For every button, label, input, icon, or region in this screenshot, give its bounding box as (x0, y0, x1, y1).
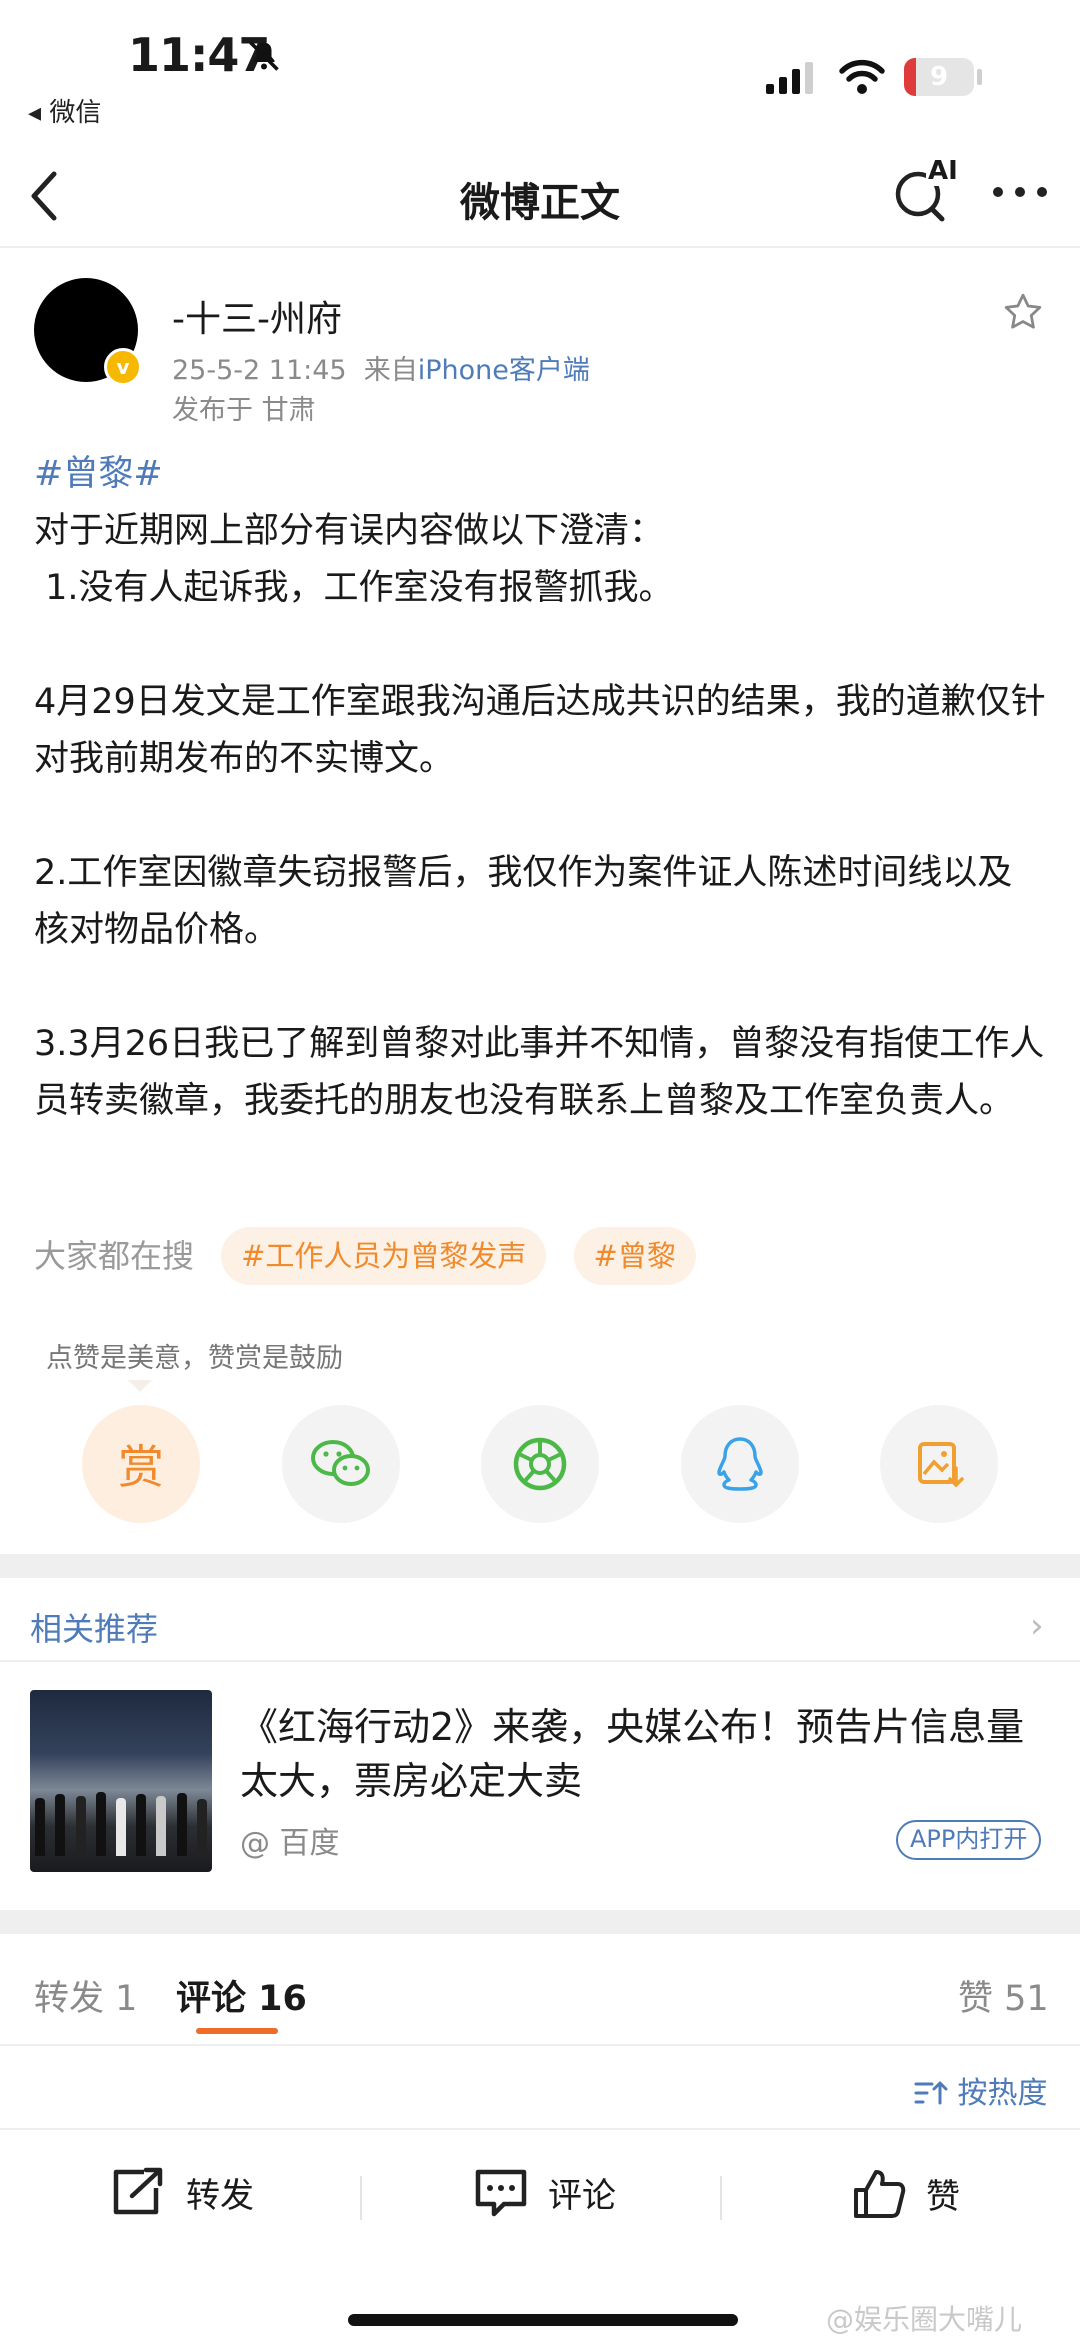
mute-bell-icon (249, 41, 279, 71)
ai-search-icon[interactable]: AI (890, 156, 960, 224)
trending-chip[interactable]: #工作人员为曾黎发声 (221, 1227, 547, 1285)
wifi-icon (839, 59, 885, 94)
watermark: @娱乐圈大嘴儿 (826, 2303, 1023, 2336)
verified-badge-icon: v (104, 348, 142, 386)
post-content: #曾黎# 对于近期网上部分有误内容做以下澄清： 1.没有人起诉我，工作室没有报警… (34, 446, 1046, 1130)
paragraph: 4月29日发文是工作室跟我沟通后达成共识的结果，我的道歉仅针对我前期发布的不实博… (34, 682, 1046, 779)
trending-label: 大家都在搜 (34, 1237, 195, 1275)
trending-chip[interactable]: #曾黎 (573, 1227, 696, 1285)
separator (360, 2176, 362, 2220)
more-icon[interactable] (990, 184, 1050, 200)
back-to-wechat[interactable]: ◂ 微信 (28, 92, 101, 129)
related-source: @ 百度 (240, 1826, 340, 1861)
related-headline[interactable]: 《红海行动2》来袭，央媒公布！预告片信息量太大，票房必定大卖 (240, 1700, 1040, 1808)
post-source-link[interactable]: iPhone客户端 (418, 355, 590, 386)
tab-likes[interactable]: 赞 51 (958, 1970, 1049, 2021)
thumbs-up-icon (854, 2170, 906, 2218)
divider (0, 1660, 1080, 1662)
hashtag-link[interactable]: #曾黎# (34, 446, 1046, 503)
reward-tip: 点赞是美意，赞赏是鼓励 (46, 1343, 343, 1374)
home-indicator (348, 2314, 738, 2326)
open-in-app-button[interactable]: APP内打开 (896, 1820, 1042, 1860)
wechat-share-button[interactable] (282, 1405, 400, 1523)
battery-cap (977, 69, 982, 85)
signal-icon (766, 62, 813, 94)
comment-button[interactable]: 评论 (472, 2166, 616, 2218)
username[interactable]: -十三-州府 (172, 290, 342, 342)
trending-search-row: 大家都在搜 #工作人员为曾黎发声 #曾黎 (34, 1226, 696, 1286)
moments-icon (513, 1437, 567, 1491)
paragraph (34, 788, 1046, 845)
paragraph (34, 959, 1046, 1016)
paragraph (34, 617, 1046, 674)
chevron-right-icon[interactable]: › (1030, 1606, 1044, 1646)
paragraph: 3.3月26日我已了解到曾黎对此事并不知情，曾黎没有指使工作人员转卖徽章，我委托… (34, 1024, 1045, 1121)
repost-button[interactable]: 转发 (110, 2166, 254, 2218)
star-favorite-icon[interactable] (1000, 290, 1046, 334)
thumbnail-figures (30, 1786, 212, 1856)
reward-button[interactable]: 赏 (82, 1405, 200, 1523)
tab-comments[interactable]: 评论 16 (176, 1970, 307, 2021)
qq-share-button[interactable] (681, 1405, 799, 1523)
paragraph: 1.没有人起诉我，工作室没有报警抓我。 (34, 568, 674, 608)
battery-icon: 9 (904, 58, 974, 96)
paragraph: 对于近期网上部分有误内容做以下澄清： (34, 511, 665, 551)
wechat-icon (311, 1440, 370, 1486)
related-title[interactable]: 相关推荐 (30, 1604, 158, 1650)
section-divider (0, 1554, 1080, 1578)
qq-icon (717, 1437, 763, 1491)
tab-repost[interactable]: 转发 1 (34, 1970, 137, 2021)
sort-icon (914, 2081, 948, 2105)
related-thumbnail[interactable] (30, 1690, 212, 1872)
like-button[interactable]: 赞 (850, 2166, 960, 2220)
post-location: 发布于 甘肃 (172, 395, 316, 426)
moments-share-button[interactable] (481, 1405, 599, 1523)
save-image-button[interactable] (880, 1405, 998, 1523)
paragraph: 2.工作室因徽章失窃报警后，我仅作为案件证人陈述时间线以及核对物品价格。 (34, 853, 1013, 950)
section-divider (0, 1910, 1080, 1934)
divider (0, 2128, 1080, 2130)
repost-icon (113, 2167, 163, 2215)
tab-active-indicator (196, 2028, 278, 2034)
separator (720, 2176, 722, 2220)
sort-button[interactable]: 按热度 (914, 2068, 1048, 2112)
source-prefix: 来自 (363, 355, 418, 386)
divider (0, 2044, 1080, 2046)
comment-icon (475, 2169, 527, 2217)
save-image-icon (918, 1442, 964, 1488)
post-time: 25-5-2 11:45 (172, 355, 347, 386)
post-meta: 25-5-2 11:45 来自iPhone客户端 (172, 348, 590, 387)
tip-arrow (128, 1380, 152, 1392)
